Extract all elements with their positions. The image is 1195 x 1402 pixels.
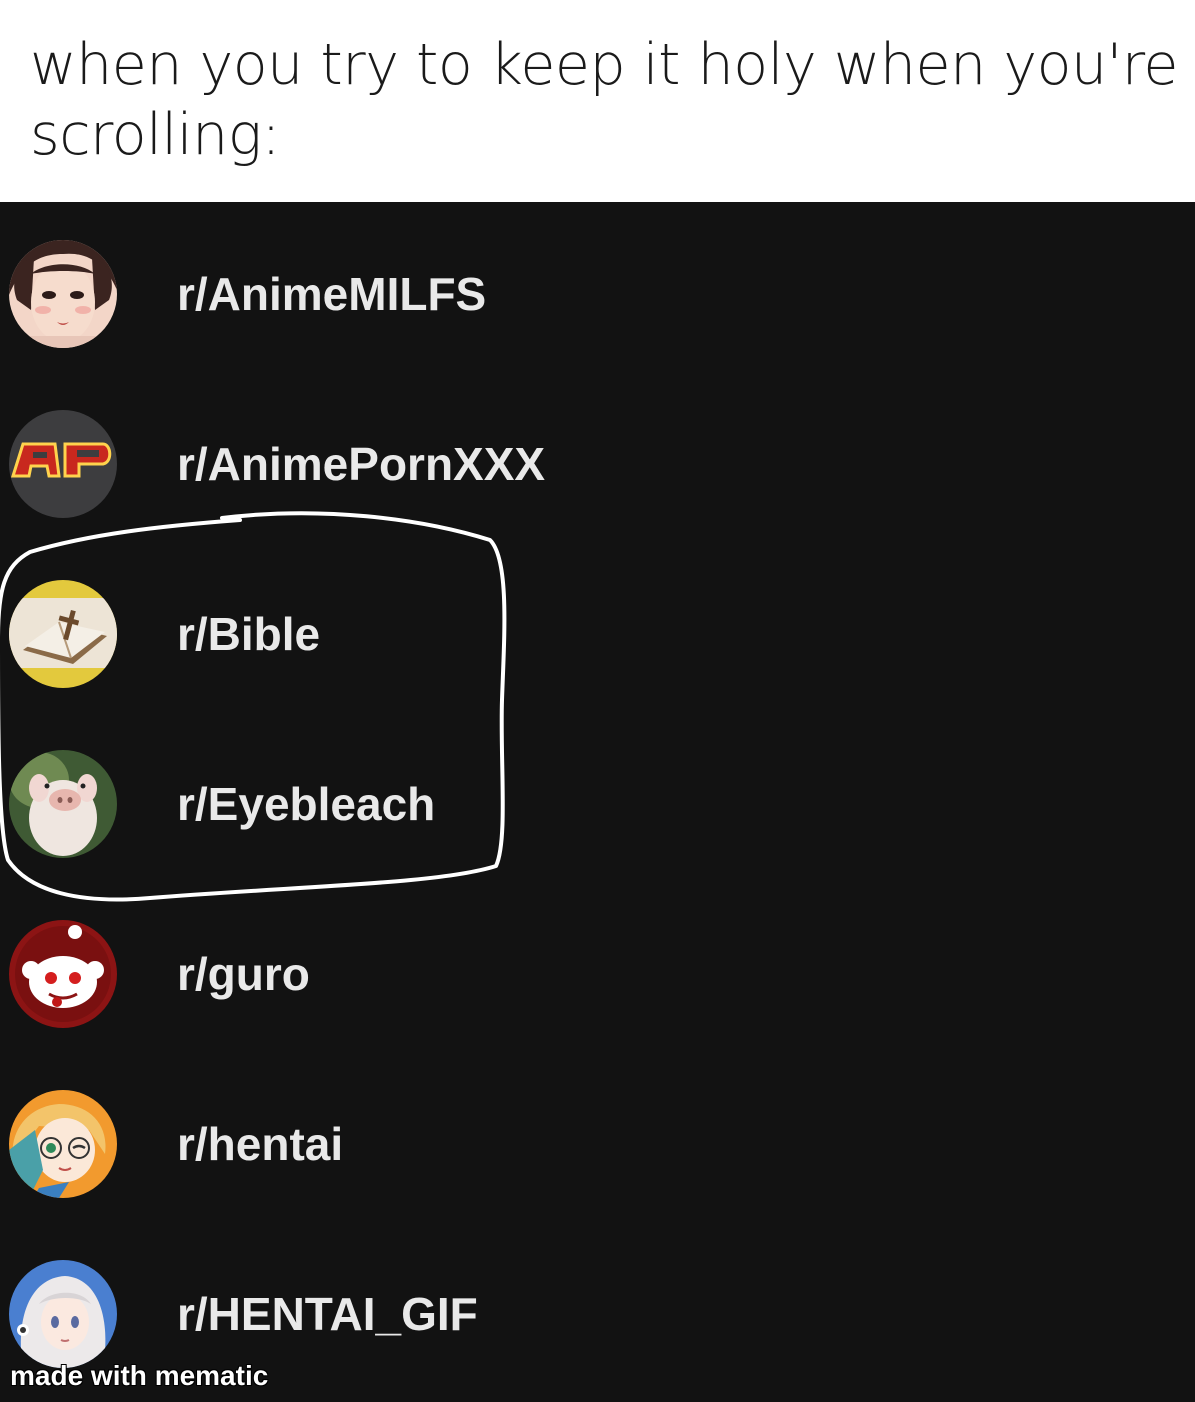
community-name[interactable]: r/AnimePornXXX xyxy=(177,438,545,490)
list-item[interactable]: r/hentai xyxy=(0,1052,1195,1222)
list-item[interactable]: r/Bible xyxy=(0,542,1195,712)
list-item[interactable]: r/AnimeMILFS xyxy=(0,202,1195,372)
community-name[interactable]: r/Eyebleach xyxy=(177,778,435,830)
mematic-watermark: made with mematic xyxy=(10,1360,269,1391)
bible-cross-avatar-icon xyxy=(9,580,117,688)
ap-logo-avatar-icon xyxy=(9,410,117,518)
meme-caption-panel: when you try to keep it holy when you're… xyxy=(0,0,1195,202)
anime-woman-avatar-icon xyxy=(9,240,117,348)
community-name[interactable]: r/hentai xyxy=(177,1118,343,1170)
piglet-avatar-icon xyxy=(9,750,117,858)
winking-anime-girl-avatar-icon xyxy=(9,1090,117,1198)
community-list: r/AnimeMILFS r/AnimePornXXX r/Bible r/Ey… xyxy=(0,202,1195,1402)
list-item[interactable]: r/guro xyxy=(0,882,1195,1052)
bloody-snoo-avatar-icon xyxy=(9,920,117,1028)
community-name[interactable]: r/guro xyxy=(177,948,310,1000)
list-item[interactable]: r/AnimePornXXX xyxy=(0,372,1195,542)
community-name[interactable]: r/HENTAI_GIF xyxy=(177,1288,478,1340)
community-name[interactable]: r/AnimeMILFS xyxy=(177,268,486,320)
white-hair-anime-girl-avatar-icon xyxy=(9,1260,117,1368)
list-item[interactable]: r/Eyebleach xyxy=(0,712,1195,882)
community-name[interactable]: r/Bible xyxy=(177,608,320,660)
meme-caption: when you try to keep it holy when you're… xyxy=(30,32,1179,168)
